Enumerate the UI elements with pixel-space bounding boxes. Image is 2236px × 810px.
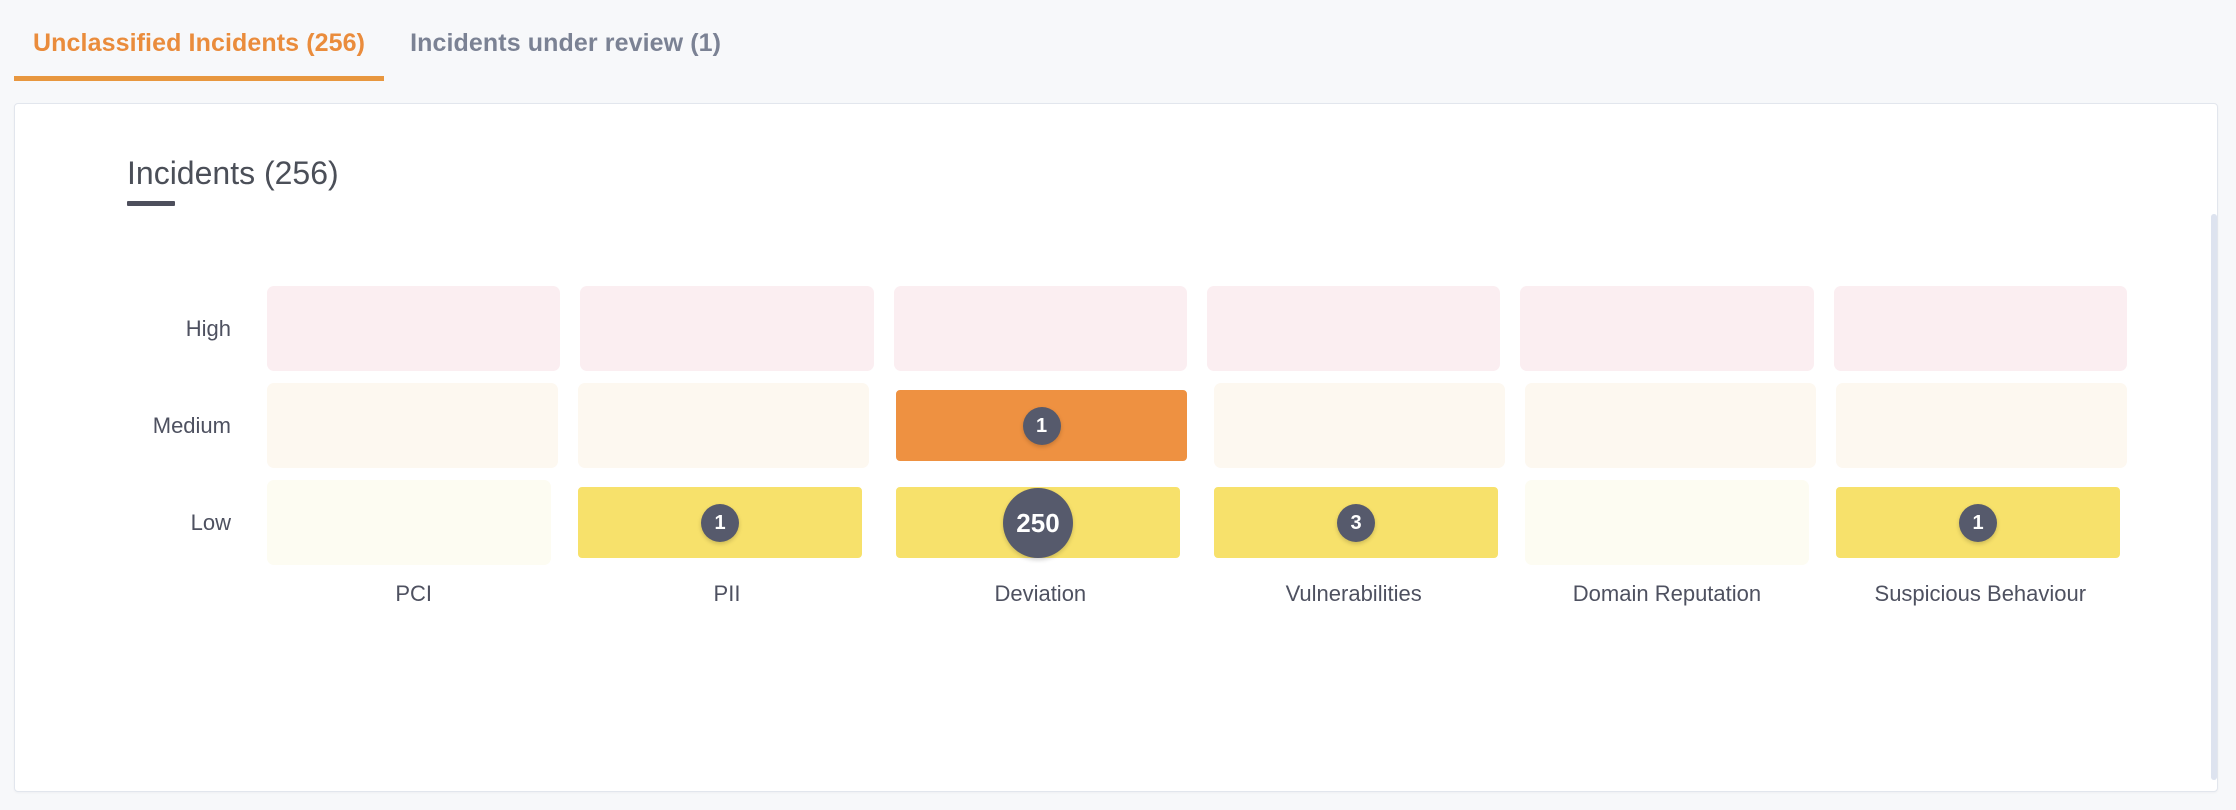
cell-low-vulnerabilities[interactable]: 3 (1207, 480, 1505, 565)
heatmap-x-axis: PCI PII Deviation Vulnerabilities Domain… (127, 581, 2127, 607)
x-label-domain-reputation: Domain Reputation (1520, 581, 1813, 607)
cell-count-badge: 3 (1337, 504, 1375, 542)
row-label-medium: Medium (127, 413, 267, 439)
cell-high-suspicious-behaviour (1834, 286, 2127, 371)
cell-count-badge: 1 (701, 504, 739, 542)
heatmap-row-low: Low 1 250 3 1 (127, 480, 2127, 565)
cell-low-domain-reputation (1525, 480, 1809, 565)
cell-medium-pii (578, 383, 869, 468)
vertical-scrollbar[interactable] (2211, 214, 2217, 780)
cell-high-vulnerabilities (1207, 286, 1500, 371)
x-label-vulnerabilities: Vulnerabilities (1207, 581, 1500, 607)
cell-low-suspicious-behaviour[interactable]: 1 (1829, 480, 2127, 565)
tab-bar: Unclassified Incidents (256) Incidents u… (0, 0, 2236, 103)
x-axis-spacer (127, 581, 267, 607)
title-underline (127, 201, 175, 206)
cell-count-badge: 250 (1003, 488, 1073, 558)
incidents-card: Incidents (256) High Medium (14, 103, 2218, 792)
x-label-pii: PII (580, 581, 873, 607)
cell-high-domain-reputation (1520, 286, 1813, 371)
cell-medium-vulnerabilities (1214, 383, 1505, 468)
cell-count-badge: 1 (1023, 407, 1061, 445)
row-label-low: Low (127, 510, 267, 536)
heatmap: High Medium 1 (127, 286, 2127, 607)
tab-list: Unclassified Incidents (256) Incidents u… (14, 28, 740, 81)
heatmap-row-medium: Medium 1 (127, 383, 2127, 468)
tab-unclassified-incidents[interactable]: Unclassified Incidents (256) (14, 28, 384, 81)
x-label-suspicious-behaviour: Suspicious Behaviour (1834, 581, 2127, 607)
cell-high-pii (580, 286, 873, 371)
tab-incidents-under-review[interactable]: Incidents under review (1) (384, 28, 740, 81)
card-title-block: Incidents (256) (127, 154, 339, 206)
heatmap-row-high: High (127, 286, 2127, 371)
page-title: Incidents (256) (127, 154, 339, 192)
cell-medium-suspicious-behaviour (1836, 383, 2127, 468)
heatmap-row-medium-cells: 1 (267, 383, 2127, 468)
cell-low-pii[interactable]: 1 (571, 480, 869, 565)
x-label-deviation: Deviation (894, 581, 1187, 607)
cell-medium-domain-reputation (1525, 383, 1816, 468)
cell-high-pci (267, 286, 560, 371)
heatmap-row-high-cells (267, 286, 2127, 371)
cell-high-deviation (894, 286, 1187, 371)
row-label-high: High (127, 316, 267, 342)
cell-low-deviation[interactable]: 250 (889, 480, 1187, 565)
vertical-scrollbar-thumb[interactable] (2211, 214, 2217, 780)
incidents-heatmap-page: Unclassified Incidents (256) Incidents u… (0, 0, 2236, 810)
x-label-pci: PCI (267, 581, 560, 607)
cell-medium-pci (267, 383, 558, 468)
cell-medium-deviation[interactable]: 1 (889, 383, 1194, 468)
cell-low-pci (267, 480, 551, 565)
heatmap-row-low-cells: 1 250 3 1 (267, 480, 2127, 565)
x-axis-labels: PCI PII Deviation Vulnerabilities Domain… (267, 581, 2127, 607)
cell-count-badge: 1 (1959, 504, 1997, 542)
